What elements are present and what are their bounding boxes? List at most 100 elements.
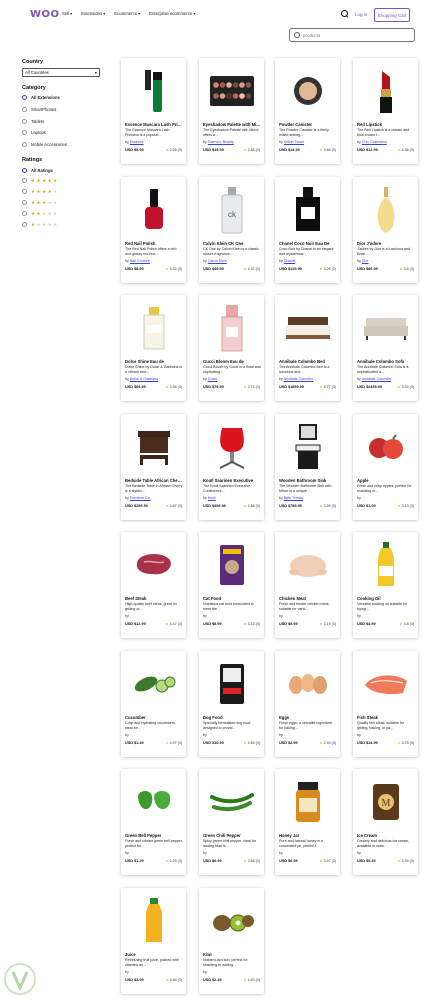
rating-filter-5[interactable]: ★★★★★ bbox=[22, 175, 104, 186]
product-name[interactable]: Cucumber bbox=[125, 715, 183, 720]
beef-icon[interactable] bbox=[129, 538, 178, 592]
product-name[interactable]: Juice bbox=[125, 952, 183, 957]
brand-link[interactable]: Chanel bbox=[284, 259, 295, 263]
dog-food-icon[interactable] bbox=[207, 657, 256, 711]
apple-icon[interactable] bbox=[361, 420, 410, 474]
category-laptops[interactable]: Laptops bbox=[22, 128, 104, 138]
brand-link[interactable]: Furniture Co. bbox=[130, 496, 151, 500]
rating-filter-1[interactable]: ★★★★★ bbox=[22, 219, 104, 230]
brand-link[interactable]: Gucci bbox=[208, 377, 217, 381]
product-name[interactable]: Dior J'adore bbox=[357, 241, 415, 246]
product-name[interactable]: Apple bbox=[357, 478, 415, 483]
category-smartphones[interactable]: SmartPhones bbox=[22, 104, 104, 114]
product-card[interactable]: Juice Refreshing fruit juice, packed with… bbox=[121, 887, 186, 994]
perfume-ck-icon[interactable]: ck bbox=[207, 183, 256, 237]
honey-icon[interactable] bbox=[283, 775, 332, 829]
rating-filter-4[interactable]: ★★★★★ bbox=[22, 186, 104, 197]
product-name[interactable]: Chicken Meat bbox=[279, 596, 337, 601]
perfume-dior-icon[interactable] bbox=[361, 183, 410, 237]
chili-icon[interactable] bbox=[207, 775, 256, 829]
product-card[interactable]: Apple Fresh and crisp apples, perfect for… bbox=[353, 413, 418, 520]
sink-icon[interactable] bbox=[283, 420, 332, 474]
category-all-extensions[interactable]: All Extensions bbox=[22, 93, 104, 103]
product-name[interactable]: Ice Cream bbox=[357, 833, 415, 838]
shopping-cart-button[interactable]: Shopping Cart bbox=[374, 8, 410, 22]
product-name[interactable]: Calvin Klein CK One bbox=[203, 241, 261, 246]
perfume-gucci-icon[interactable] bbox=[207, 301, 256, 355]
brand-link[interactable]: Velvet Touch bbox=[284, 140, 304, 144]
search-icon[interactable] bbox=[341, 10, 348, 17]
product-name[interactable]: Eyeshadow Palette with Mirror bbox=[203, 122, 261, 127]
powder-icon[interactable] bbox=[283, 64, 332, 118]
category-tablets[interactable]: Tablets bbox=[22, 116, 104, 126]
bed-icon[interactable] bbox=[283, 301, 332, 355]
country-select[interactable]: All Countries ▾ bbox=[22, 68, 100, 77]
category-mobile-accessories[interactable]: Mobile Accessories bbox=[22, 139, 104, 149]
product-card[interactable]: Knoll Saarinen Executive The Knoll Saarin… bbox=[199, 413, 264, 520]
juice-icon[interactable] bbox=[129, 894, 178, 948]
product-card[interactable]: Gucci Bloom Eau de Gucci Bloom by Gucci i… bbox=[199, 295, 264, 401]
product-card[interactable]: Cat Food Nutritious cat food formulated t… bbox=[199, 532, 264, 638]
product-card[interactable]: Fish Steak Quality fish steak, suitable f… bbox=[353, 650, 418, 757]
product-card[interactable]: Bedside Table African Cherry The Bedside … bbox=[121, 413, 186, 520]
product-card[interactable]: Wooden Bathroom Sink The Wooden Bathroom … bbox=[275, 413, 340, 520]
bell-pepper-icon[interactable] bbox=[129, 775, 178, 829]
eyeshadow-icon[interactable] bbox=[207, 64, 256, 118]
product-name[interactable]: Chanel Coco Noir Eau De bbox=[279, 241, 337, 246]
product-name[interactable]: Cooking Oil bbox=[357, 596, 415, 601]
eggs-icon[interactable] bbox=[283, 657, 332, 711]
product-card[interactable]: Dolce Shine Eau de Dolce Shine by Dolce &… bbox=[121, 295, 186, 401]
brand-link[interactable]: Annibale Colombo bbox=[362, 377, 391, 381]
brand-link[interactable]: Nail Couture bbox=[130, 259, 150, 263]
product-card[interactable]: Cooking Oil Versatile cooking oil suitabl… bbox=[353, 532, 418, 638]
brand-link[interactable]: Dior bbox=[362, 259, 369, 263]
product-name[interactable]: Gucci Bloom Eau de bbox=[203, 359, 261, 364]
brand-link[interactable]: Annibale Colombo bbox=[284, 377, 313, 381]
brand-link[interactable]: Dolce & Gabbana bbox=[130, 377, 158, 381]
product-name[interactable]: Powder Canister bbox=[279, 122, 337, 127]
brand-link[interactable]: Bath Trends bbox=[284, 496, 303, 500]
chair-icon[interactable] bbox=[207, 420, 256, 474]
brand-link[interactable]: Calvin Klein bbox=[208, 259, 227, 263]
product-name[interactable]: Eggs bbox=[279, 715, 337, 720]
product-card[interactable]: Chanel Coco Noir Eau De Coco Noir by Chan… bbox=[275, 176, 340, 283]
product-name[interactable]: Wooden Bathroom Sink bbox=[279, 478, 337, 483]
perfume-dolce-icon[interactable] bbox=[129, 301, 178, 355]
fish-icon[interactable] bbox=[361, 657, 410, 711]
chicken-icon[interactable] bbox=[283, 538, 332, 592]
product-name[interactable]: Knoll Saarinen Executive bbox=[203, 478, 261, 483]
brand-link[interactable]: Chic Cosmetics bbox=[362, 140, 387, 144]
product-card[interactable]: M Ice Cream Creamy and delicious ice cream… bbox=[353, 769, 418, 875]
product-card[interactable]: Beef Steak High-quality beef steak, great… bbox=[121, 532, 186, 638]
brand-link[interactable]: Glamour Beauty bbox=[208, 140, 234, 144]
nav-extensions[interactable]: Extensions▾ bbox=[81, 11, 105, 16]
nav-ecommerce[interactable]: Ecommerce▾ bbox=[114, 11, 140, 16]
product-name[interactable]: Essence Mascara Lash Princess bbox=[125, 122, 183, 127]
product-card[interactable]: ck Calvin Klein CK One CK One by Calvin Kl… bbox=[199, 176, 264, 283]
brand-link[interactable]: Knoll bbox=[208, 496, 216, 500]
product-card[interactable]: Chicken Meat Fresh and tender chicken mea… bbox=[275, 532, 340, 638]
product-name[interactable]: Kiwi bbox=[203, 952, 261, 957]
product-card[interactable]: Kiwi Nutrient-rich kiwi, perfect for snac… bbox=[199, 887, 264, 994]
product-card[interactable]: Red Nail Polish The Red Nail Polish offer… bbox=[121, 176, 186, 283]
product-name[interactable]: Green Bell Pepper bbox=[125, 833, 183, 838]
product-card[interactable]: Eyeshadow Palette with Mirror The Eyeshad… bbox=[199, 58, 264, 164]
product-name[interactable]: Dolce Shine Eau de bbox=[125, 359, 183, 364]
nail-polish-icon[interactable] bbox=[129, 183, 178, 237]
product-name[interactable]: Bedside Table African Cherry bbox=[125, 478, 183, 483]
brand-link[interactable]: Essence bbox=[130, 140, 144, 144]
product-card[interactable]: Powder Canister The Powder Canister is a … bbox=[275, 58, 340, 164]
product-card[interactable]: Honey Jar Pure and natural honey in a con… bbox=[275, 769, 340, 875]
ice-cream-icon[interactable]: M bbox=[361, 775, 410, 829]
product-name[interactable]: Honey Jar bbox=[279, 833, 337, 838]
product-name[interactable]: Annibale Colombo Bed bbox=[279, 359, 337, 364]
oil-icon[interactable] bbox=[361, 538, 410, 592]
lipstick-icon[interactable] bbox=[361, 64, 410, 118]
product-name[interactable]: Green Chili Pepper bbox=[203, 833, 261, 838]
mascara-icon[interactable] bbox=[129, 64, 178, 118]
product-name[interactable]: Annibale Colombo Sofa bbox=[357, 359, 415, 364]
product-card[interactable]: Essence Mascara Lash PrincessThe Essence… bbox=[121, 58, 186, 164]
perfume-chanel-icon[interactable] bbox=[283, 183, 332, 237]
product-search[interactable] bbox=[289, 28, 415, 42]
product-name[interactable]: Red Lipstick bbox=[357, 122, 415, 127]
